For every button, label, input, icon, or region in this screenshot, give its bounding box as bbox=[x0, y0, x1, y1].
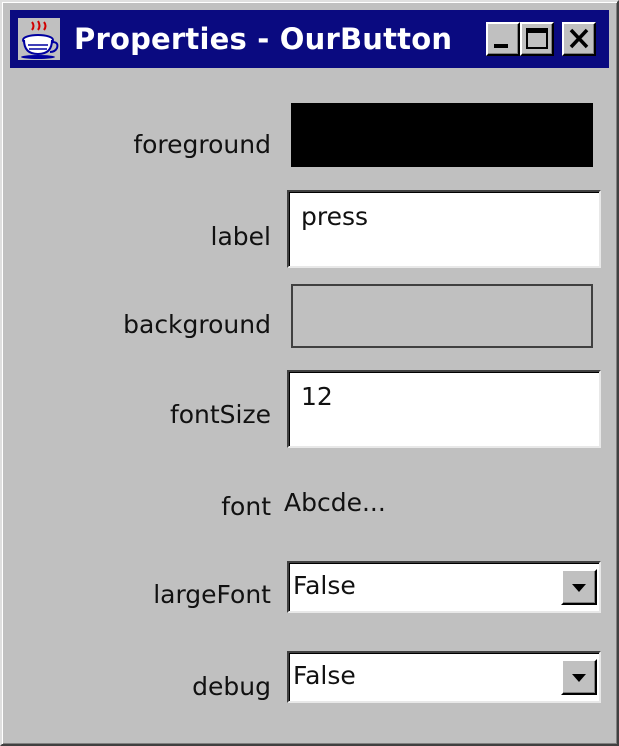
java-coffee-cup-icon bbox=[18, 18, 60, 60]
maximize-button[interactable] bbox=[520, 22, 554, 56]
largefont-dropdown-button[interactable] bbox=[561, 569, 597, 605]
debug-dropdown-button[interactable] bbox=[561, 659, 597, 695]
foreground-label: foreground bbox=[133, 130, 271, 159]
minimize-button[interactable] bbox=[486, 22, 520, 56]
label-text-field[interactable]: press bbox=[287, 190, 601, 268]
close-button[interactable] bbox=[562, 22, 596, 56]
debug-dropdown[interactable]: False bbox=[287, 651, 601, 703]
font-preview[interactable]: Abcde... bbox=[284, 488, 386, 517]
foreground-color-swatch[interactable] bbox=[291, 103, 593, 167]
largefont-selected-value: False bbox=[293, 571, 356, 600]
label-property-label: label bbox=[210, 222, 271, 251]
font-label: font bbox=[221, 492, 271, 521]
largefont-label: largeFont bbox=[153, 580, 271, 609]
window-title: Properties - OurButton bbox=[74, 22, 453, 56]
background-label: background bbox=[123, 310, 271, 339]
debug-label: debug bbox=[192, 672, 271, 701]
fontsize-text-field[interactable]: 12 bbox=[287, 370, 601, 448]
fontsize-label: fontSize bbox=[169, 400, 271, 429]
background-color-swatch[interactable] bbox=[291, 284, 593, 348]
largefont-dropdown[interactable]: False bbox=[287, 561, 601, 613]
debug-selected-value: False bbox=[293, 661, 356, 690]
title-bar[interactable]: Properties - OurButton bbox=[10, 10, 609, 68]
properties-window: Properties - OurButton foreground label … bbox=[0, 0, 619, 746]
